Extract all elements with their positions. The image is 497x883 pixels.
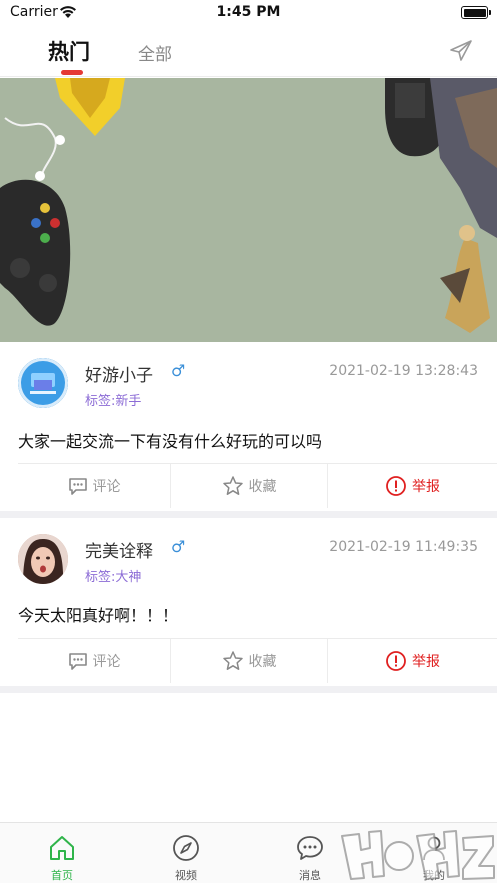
- comment-label: 评论: [92, 479, 121, 495]
- watermark-logo: [341, 830, 495, 880]
- star-icon: [222, 475, 244, 497]
- post-card[interactable]: 好游小子 ♂ 标签:新手 2021-02-19 13:28:43 大家一起交流一…: [0, 342, 497, 512]
- post-card[interactable]: 完美诠释 ♂ 标签:大神 2021-02-19 11:49:35 今天太阳真好啊…: [0, 518, 497, 688]
- user-tag: 标签:大神: [85, 570, 142, 585]
- avatar[interactable]: [18, 358, 68, 408]
- post-time: 2021-02-19 11:49:35: [329, 539, 478, 555]
- comment-label: 评论: [92, 654, 121, 670]
- favorite-label: 收藏: [248, 654, 277, 670]
- nav-home-label: 首页: [51, 869, 73, 882]
- report-label: 举报: [412, 479, 440, 495]
- tab-hot[interactable]: 热门: [48, 36, 90, 66]
- top-tab-bar: 热门 全部: [0, 26, 497, 77]
- nav-video[interactable]: 视频: [124, 823, 248, 883]
- active-tab-indicator: [61, 70, 83, 75]
- nav-video-label: 视频: [175, 869, 197, 882]
- status-bar: Carrier 1:45 PM: [0, 0, 497, 26]
- avatar[interactable]: [18, 534, 68, 584]
- comment-button[interactable]: 评论: [18, 464, 170, 508]
- post-separator: [0, 686, 497, 693]
- alert-icon: [385, 650, 407, 672]
- chat-icon: [297, 836, 323, 860]
- favorite-button[interactable]: 收藏: [170, 639, 327, 683]
- gender-male-icon: ♂: [171, 537, 186, 556]
- report-button[interactable]: 举报: [327, 464, 497, 508]
- banner-image[interactable]: [0, 78, 497, 342]
- clock: 1:45 PM: [216, 4, 281, 20]
- comment-icon: [68, 651, 88, 671]
- nav-home[interactable]: 首页: [0, 823, 124, 883]
- report-label: 举报: [412, 654, 440, 670]
- alert-icon: [385, 475, 407, 497]
- user-tag: 标签:新手: [85, 394, 142, 409]
- post-content: 今天太阳真好啊！！！: [18, 606, 179, 625]
- comment-button[interactable]: 评论: [18, 639, 170, 683]
- username[interactable]: 好游小子: [85, 361, 153, 386]
- compass-icon: [173, 835, 199, 861]
- post-actions: 评论 收藏 举报: [18, 638, 497, 683]
- post-time: 2021-02-19 13:28:43: [329, 363, 478, 379]
- battery-icon: [461, 6, 491, 19]
- report-button[interactable]: 举报: [327, 639, 497, 683]
- banner-illustration: [0, 78, 497, 342]
- home-icon: [50, 836, 74, 860]
- post-actions: 评论 收藏 举报: [18, 463, 497, 508]
- comment-icon: [68, 476, 88, 496]
- gender-male-icon: ♂: [171, 361, 186, 380]
- post-separator: [0, 511, 497, 518]
- star-icon: [222, 650, 244, 672]
- paper-plane-icon[interactable]: [448, 38, 474, 64]
- favorite-button[interactable]: 收藏: [170, 464, 327, 508]
- username[interactable]: 完美诠释: [85, 537, 153, 562]
- favorite-label: 收藏: [248, 479, 277, 495]
- tab-all[interactable]: 全部: [138, 40, 172, 65]
- post-content: 大家一起交流一下有没有什么好玩的可以吗: [18, 432, 323, 451]
